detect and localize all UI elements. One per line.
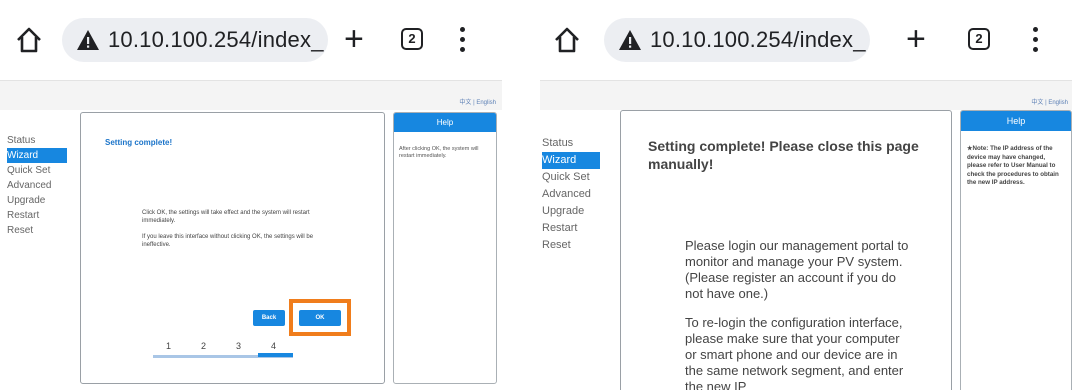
page-header-strip: 中文 | English xyxy=(540,80,1072,110)
new-tab-icon[interactable]: + xyxy=(344,22,364,56)
new-tab-icon[interactable]: + xyxy=(906,22,926,56)
nav-item-advanced[interactable]: Advanced xyxy=(7,178,67,193)
help-panel: Help After clicking OK, the system will … xyxy=(393,112,497,384)
address-bar[interactable]: 10.10.100.254/index_ xyxy=(62,18,328,62)
step-3: 3 xyxy=(235,341,241,351)
ok-highlight-box xyxy=(289,299,351,336)
nav-item-status[interactable]: Status xyxy=(7,133,67,148)
warning-icon[interactable] xyxy=(76,29,100,51)
side-nav: Status Wizard Quick Set Advanced Upgrade… xyxy=(542,135,600,254)
nav-item-quick-set[interactable]: Quick Set xyxy=(542,169,600,186)
wizard-content-panel: Setting complete! Please close this page… xyxy=(620,110,952,390)
step-progress-current xyxy=(258,353,293,357)
nav-item-reset[interactable]: Reset xyxy=(542,237,600,254)
nav-item-reset[interactable]: Reset xyxy=(7,223,67,238)
help-panel: Help ★Note: The IP address of the device… xyxy=(960,110,1072,390)
address-bar[interactable]: 10.10.100.254/index_ xyxy=(604,18,870,62)
page-title: Setting complete! xyxy=(105,138,173,147)
info-paragraph-2: If you leave this interface without clic… xyxy=(142,234,314,248)
nav-item-wizard[interactable]: Wizard xyxy=(7,148,67,163)
help-text: ★Note: The IP address of the device may … xyxy=(967,145,1059,186)
url-text: 10.10.100.254/index_ xyxy=(108,27,324,52)
nav-item-restart[interactable]: Restart xyxy=(542,220,600,237)
nav-item-upgrade[interactable]: Upgrade xyxy=(542,203,600,220)
nav-item-wizard[interactable]: Wizard xyxy=(542,152,600,169)
side-nav: Status Wizard Quick Set Advanced Upgrade… xyxy=(7,133,67,238)
info-paragraph-1: Click OK, the settings will take effect … xyxy=(142,210,310,224)
help-text: After clicking OK, the system will resta… xyxy=(399,146,479,159)
browser-toolbar: 10.10.100.254/index_ + 2 xyxy=(540,0,1072,80)
info-paragraph-1: Please login our management portal to mo… xyxy=(685,238,909,301)
menu-icon[interactable] xyxy=(1033,27,1039,53)
left-screenshot: 10.10.100.254/index_ + 2 中文 | English St… xyxy=(0,0,502,390)
language-switch[interactable]: 中文 | English xyxy=(459,97,496,106)
url-text: 10.10.100.254/index_ xyxy=(650,27,866,52)
nav-item-advanced[interactable]: Advanced xyxy=(542,186,600,203)
right-screenshot: 10.10.100.254/index_ + 2 中文 | English St… xyxy=(540,0,1072,390)
browser-toolbar: 10.10.100.254/index_ + 2 xyxy=(0,0,502,80)
menu-icon[interactable] xyxy=(460,27,466,53)
back-button[interactable]: Back xyxy=(253,310,285,326)
screenshot-pair: 10.10.100.254/index_ + 2 中文 | English St… xyxy=(0,0,1072,390)
page-header-strip: 中文 | English xyxy=(0,80,502,110)
warning-icon[interactable] xyxy=(618,29,642,51)
nav-item-status[interactable]: Status xyxy=(542,135,600,152)
tab-switcher-icon[interactable]: 2 xyxy=(401,28,423,50)
step-1: 1 xyxy=(165,341,171,351)
nav-item-quick-set[interactable]: Quick Set xyxy=(7,163,67,178)
wizard-content-panel: Setting complete! Click OK, the settings… xyxy=(80,112,385,384)
language-switch[interactable]: 中文 | English xyxy=(1031,97,1068,106)
nav-item-restart[interactable]: Restart xyxy=(7,208,67,223)
page-title: Setting complete! Please close this page… xyxy=(648,138,919,172)
home-icon[interactable] xyxy=(14,25,44,55)
info-paragraph-2: To re-login the configuration interface,… xyxy=(685,315,904,390)
tab-switcher-icon[interactable]: 2 xyxy=(968,28,990,50)
nav-item-upgrade[interactable]: Upgrade xyxy=(7,193,67,208)
step-2: 2 xyxy=(200,341,206,351)
help-title: Help xyxy=(961,111,1071,131)
help-title: Help xyxy=(394,113,496,132)
home-icon[interactable] xyxy=(552,25,582,55)
